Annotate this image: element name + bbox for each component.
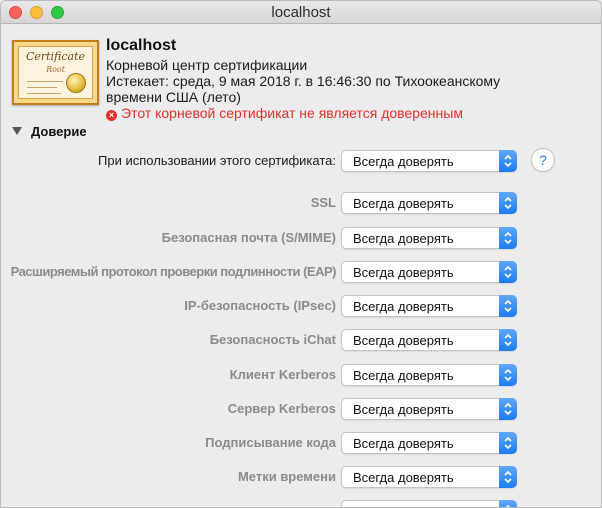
- trust-row-default: При использовании этого сертификата: Все…: [1, 150, 601, 172]
- certificate-name: localhost: [106, 37, 177, 54]
- trust-row-ipsec: IP-безопасность (IPsec) Всегда доверять: [1, 295, 601, 317]
- trust-row-kerberos-server: Сервер Kerberos Всегда доверять: [1, 398, 601, 420]
- certificate-seal-icon: [66, 73, 86, 93]
- title-bar: localhost: [1, 1, 601, 24]
- trust-row-label: SSL: [310, 195, 336, 210]
- certificate-window: localhost Certificate Root localhost Кор…: [0, 0, 602, 508]
- trust-policy-value: Всегда доверять: [353, 231, 454, 246]
- trust-row-smime: Безопасная почта (S/MIME) Всегда доверят…: [1, 227, 601, 249]
- chevron-updown-icon: [499, 432, 517, 454]
- trust-row-label: Безопасная почта (S/MIME): [161, 230, 336, 245]
- chevron-updown-icon: [499, 466, 517, 488]
- trust-policy-value: Всегда доверять: [353, 470, 454, 485]
- certificate-expiry-continued: времени США (лето): [106, 89, 241, 105]
- trust-warning: × Этот корневой сертификат не является до…: [106, 105, 463, 122]
- trust-row-label: IP-безопасность (IPsec): [184, 298, 336, 313]
- trust-policy-popup[interactable]: Всегда доверять: [341, 192, 517, 214]
- trust-policy-value: Всегда доверять: [353, 368, 454, 383]
- trust-policy-popup[interactable]: Всегда доверять: [341, 364, 517, 386]
- chevron-updown-icon: [499, 261, 517, 283]
- chevron-updown-icon: [499, 150, 517, 172]
- chevron-updown-icon: [499, 192, 517, 214]
- chevron-updown-icon: [499, 398, 517, 420]
- trust-policy-value: Всегда доверять: [353, 402, 454, 417]
- chevron-updown-icon: [499, 500, 517, 507]
- trust-row-label: Сервер Kerberos: [227, 401, 336, 416]
- trust-row-timestamping: Метки времени Всегда доверять: [1, 466, 601, 488]
- trust-warning-text: Этот корневой сертификат не является дов…: [121, 105, 463, 121]
- chevron-updown-icon: [499, 295, 517, 317]
- certificate-expiry: Истекает: среда, 9 мая 2018 г. в 16:46:3…: [106, 73, 501, 89]
- trust-row-label: Подписывание кода: [205, 435, 336, 450]
- trust-row-kerberos-client: Клиент Kerberos Всегда доверять: [1, 364, 601, 386]
- chevron-updown-icon: [499, 329, 517, 351]
- certificate-icon-subheading: Root: [46, 65, 65, 74]
- trust-policy-popup[interactable]: Всегда доверять: [341, 150, 517, 172]
- trust-policy-popup[interactable]: Всегда доверять: [341, 227, 517, 249]
- certificate-icon: Certificate Root: [12, 40, 99, 105]
- certificate-icon-heading: Certificate: [25, 50, 86, 63]
- certificate-kind: Корневой центр сертификации: [106, 57, 308, 73]
- trust-row-label: При использовании этого сертификата:: [98, 153, 336, 168]
- trust-policy-value: Всегда доверять: [353, 333, 454, 348]
- trust-section-title: Доверие: [31, 124, 87, 139]
- trust-row-label: Безопасность iChat: [209, 332, 336, 347]
- window-title: localhost: [271, 4, 331, 21]
- trust-policy-value: Всегда доверять: [353, 154, 454, 169]
- trust-policy-value: Всегда доверять: [353, 436, 454, 451]
- trust-row-label: Клиент Kerberos: [229, 367, 336, 382]
- trust-policy-popup[interactable]: Всегда доверять: [341, 261, 517, 283]
- trust-row-ssl: SSL Всегда доверять: [1, 192, 601, 214]
- chevron-updown-icon: [499, 364, 517, 386]
- chevron-updown-icon: [499, 227, 517, 249]
- trust-policy-value: Всегда доверять: [353, 196, 454, 211]
- trust-policy-value: Всегда доверять: [353, 265, 454, 280]
- trust-row-ichat: Безопасность iChat Всегда доверять: [1, 329, 601, 351]
- trust-policy-popup[interactable]: Всегда доверять: [341, 398, 517, 420]
- trust-row-label: Расширяемый протокол проверки подлинност…: [10, 264, 337, 279]
- trust-policy-value: Всегда доверять: [353, 299, 454, 314]
- trust-row-eap: Расширяемый протокол проверки подлинност…: [1, 261, 601, 283]
- trust-policy-popup[interactable]: Всегда доверять: [341, 295, 517, 317]
- trust-policy-popup[interactable]: Всегда доверять: [341, 329, 517, 351]
- trust-row-partial: [1, 500, 601, 507]
- trust-section-toggle[interactable]: Доверие: [12, 124, 87, 139]
- trust-policy-popup[interactable]: Всегда доверять: [341, 432, 517, 454]
- x-circle-icon: ×: [106, 110, 117, 121]
- trust-row-label: Метки времени: [237, 469, 336, 484]
- disclosure-triangle-icon: [12, 127, 22, 135]
- trust-row-code-signing: Подписывание кода Всегда доверять: [1, 432, 601, 454]
- trust-policy-popup[interactable]: [341, 500, 517, 507]
- trust-policy-popup[interactable]: Всегда доверять: [341, 466, 517, 488]
